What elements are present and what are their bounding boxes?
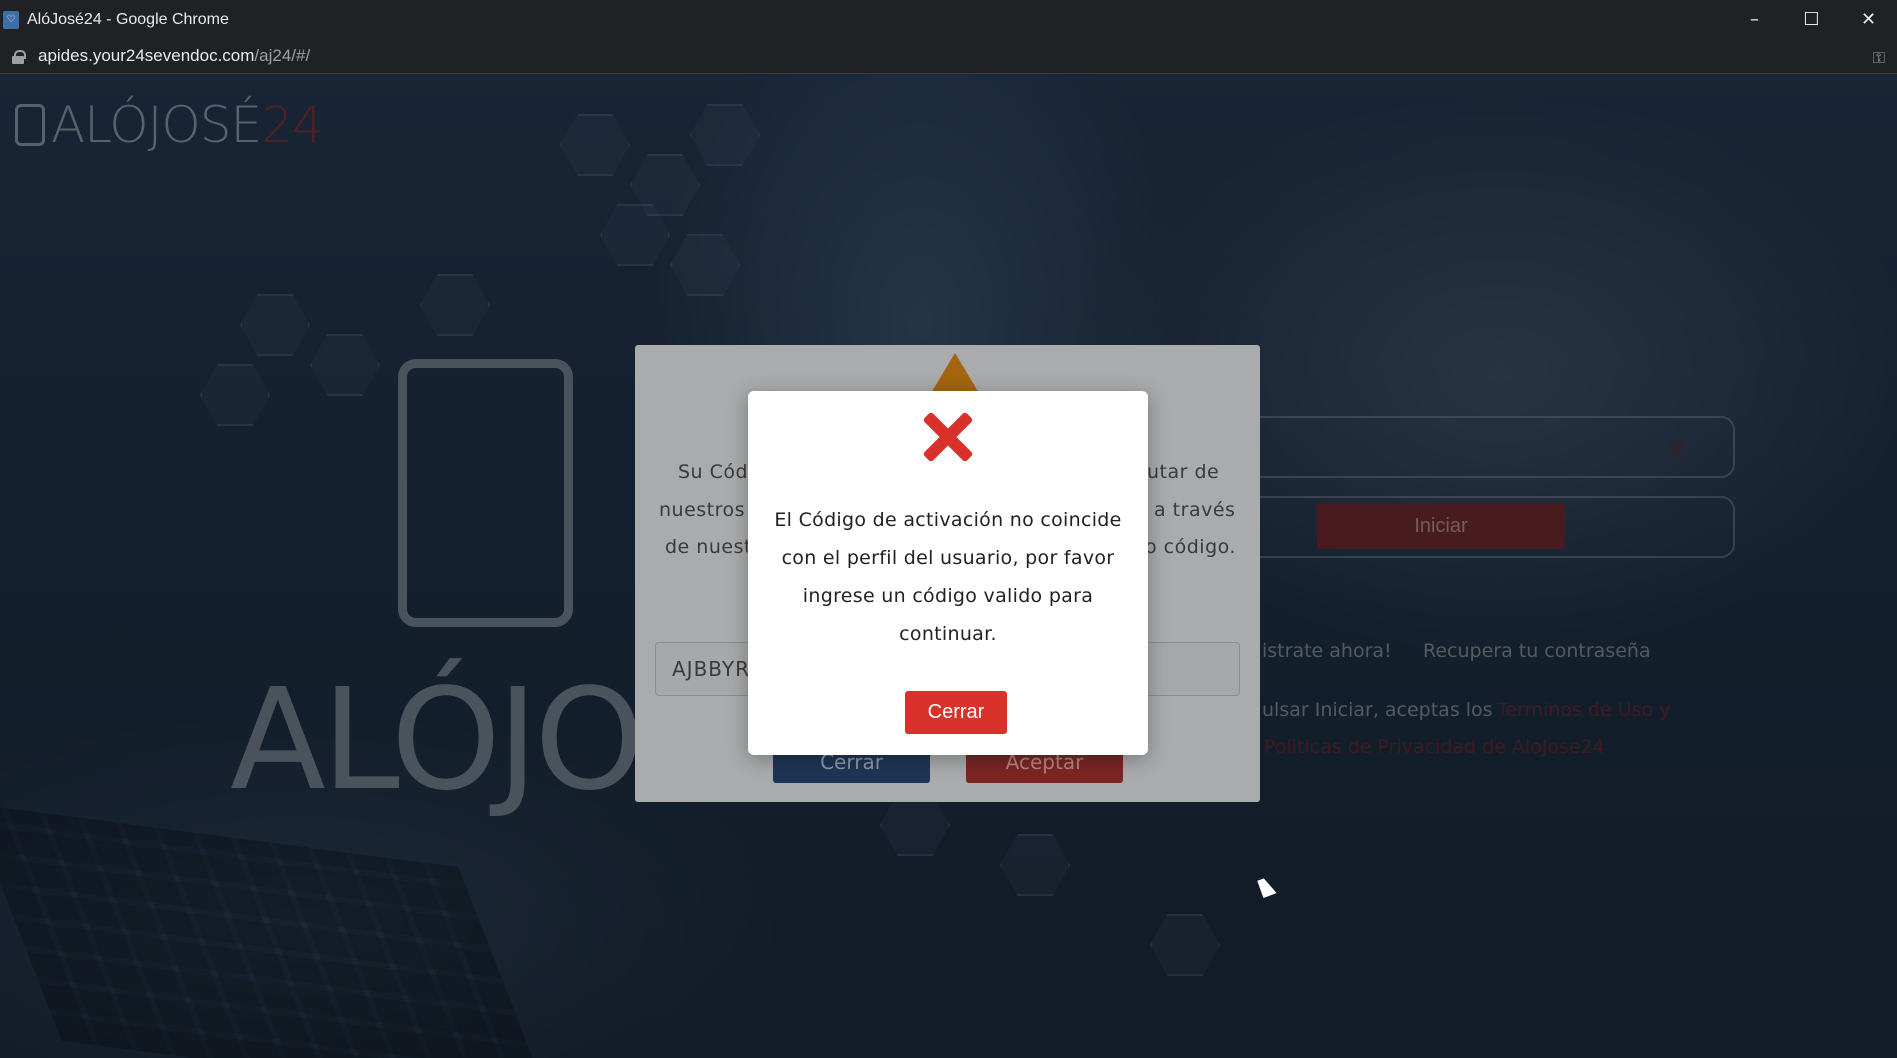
error-close-button[interactable]: Cerrar: [905, 691, 1007, 734]
error-x-icon: [922, 411, 974, 463]
activation-text: nuestros: [659, 499, 746, 521]
activation-text: o código.: [1145, 536, 1236, 558]
url-domain: apides.your24sevendoc.com: [38, 46, 255, 65]
url-text[interactable]: apides.your24sevendoc.com/aj24/#/: [38, 46, 310, 66]
address-bar[interactable]: apides.your24sevendoc.com/aj24/#/ ⚿: [0, 39, 1897, 74]
activation-text: de nuest: [665, 536, 752, 558]
error-modal: El Código de activación no coincide con …: [748, 391, 1148, 755]
window-title: AlóJosé24 - Google Chrome: [27, 10, 229, 28]
error-message: El Código de activación no coincide con …: [774, 509, 1122, 645]
activation-text: utar de: [1147, 461, 1220, 483]
url-path: /aj24/#/: [254, 46, 311, 65]
activation-text: Su Códi: [678, 461, 754, 483]
maximize-button[interactable]: ☐: [1783, 0, 1840, 39]
activation-code-value: AJBBYR: [672, 657, 751, 681]
minimize-button[interactable]: –: [1726, 0, 1783, 39]
password-key-icon[interactable]: ⚿: [1873, 48, 1885, 68]
lock-icon: [12, 49, 26, 64]
activation-text: a través: [1154, 499, 1236, 521]
close-window-button[interactable]: ✕: [1840, 0, 1897, 39]
site-favicon-icon: ♡: [3, 10, 19, 29]
warning-icon: [931, 353, 979, 393]
browser-titlebar: ♡ AlóJosé24 - Google Chrome – ☐ ✕: [0, 0, 1897, 39]
